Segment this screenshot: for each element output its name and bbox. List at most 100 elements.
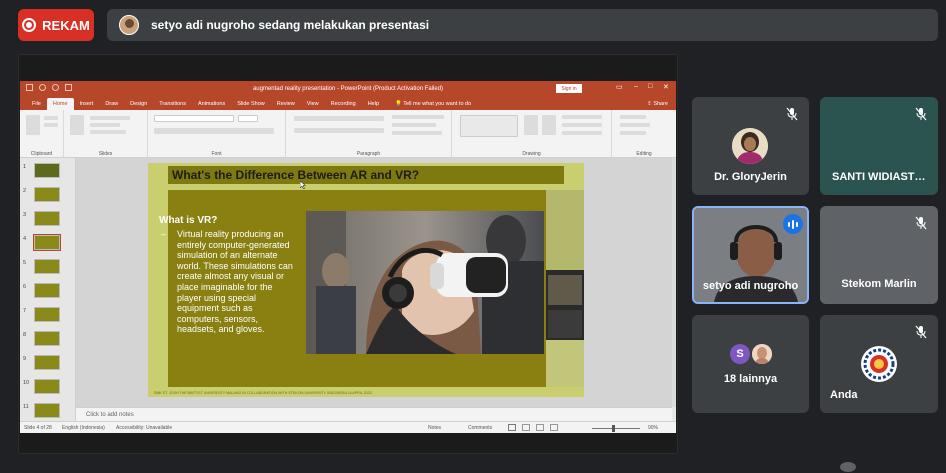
list-buttons[interactable] (294, 116, 384, 121)
slide-thumbnail[interactable] (34, 163, 60, 178)
close-icon[interactable]: ✕ (663, 83, 669, 91)
slide-thumbnail[interactable] (34, 355, 60, 370)
ribbon-group-paragraph: Paragraph (286, 110, 452, 158)
sign-in-button[interactable]: Sign in (556, 84, 582, 93)
normal-view-icon[interactable] (508, 424, 516, 431)
ribbon-group-editing: Editing (612, 110, 676, 158)
cut-icon[interactable] (44, 116, 58, 120)
shape-effects-button[interactable] (562, 131, 602, 135)
tab-view[interactable]: View (301, 98, 325, 110)
notes-pane[interactable]: Click to add notes (76, 407, 672, 421)
tab-home[interactable]: Home (46, 98, 74, 110)
slideshow-icon[interactable] (550, 424, 558, 431)
save-icon[interactable] (26, 84, 33, 91)
side-photo-strip (546, 190, 584, 387)
participant-tile[interactable]: Dr. GloryJerin (692, 97, 809, 195)
tab-slide-show[interactable]: Slide Show (231, 98, 271, 110)
slide-thumbnail-selected[interactable] (33, 234, 61, 251)
participant-photo-avatar (752, 344, 772, 364)
tab-transitions[interactable]: Transitions (153, 98, 192, 110)
tell-me-search[interactable]: 💡 Tell me what you want to do (395, 98, 471, 110)
slide-bullet: – Virtual reality producing an entirely … (159, 229, 299, 335)
tab-help[interactable]: Help (362, 98, 385, 110)
text-direction-button[interactable] (392, 115, 444, 119)
language-indicator[interactable]: English (Indonesia) (62, 425, 105, 431)
shape-outline-button[interactable] (562, 123, 602, 127)
tab-recording[interactable]: Recording (325, 98, 362, 110)
slide-title: What's the Difference Between AR and VR? (168, 166, 564, 184)
font-size-select[interactable] (238, 115, 258, 122)
participant-name: Stekom Marlin (841, 278, 917, 290)
share-label: Share (653, 101, 668, 107)
slide-sorter-icon[interactable] (522, 424, 530, 431)
slide-thumbnail[interactable] (34, 211, 60, 226)
convert-smartart-button[interactable] (392, 131, 442, 135)
font-name-select[interactable] (154, 115, 234, 122)
present-icon[interactable] (65, 84, 72, 91)
replace-button[interactable] (620, 123, 650, 127)
comments-toggle[interactable]: Comments (468, 425, 492, 431)
shapes-gallery[interactable] (460, 115, 518, 137)
quick-styles-icon[interactable] (542, 115, 556, 135)
slide-thumbnail[interactable] (34, 403, 60, 418)
ribbon-label-slides: Slides (98, 151, 113, 157)
undo-icon[interactable] (39, 84, 46, 91)
align-buttons[interactable] (294, 128, 384, 133)
slide-thumbnail[interactable] (34, 331, 60, 346)
slide-thumbnail[interactable] (34, 307, 60, 322)
maximize-icon[interactable]: □ (648, 83, 652, 90)
reset-button[interactable] (90, 123, 120, 127)
notes-toggle[interactable]: Notes (428, 425, 441, 431)
find-button[interactable] (620, 115, 646, 119)
ribbon-group-font: Font (148, 110, 286, 158)
minimize-icon[interactable]: – (634, 83, 638, 90)
slide-side-image (546, 190, 584, 387)
ribbon-label-editing: Editing (636, 151, 652, 157)
thumb-number: 6 (23, 284, 27, 290)
align-text-button[interactable] (392, 123, 436, 127)
zoom-slider-thumb[interactable] (612, 425, 615, 432)
thumb-number: 8 (23, 332, 27, 338)
thumb-number: 9 (23, 356, 27, 362)
layout-button[interactable] (90, 116, 130, 120)
ribbon-display-icon[interactable]: ▭ (616, 83, 623, 91)
tab-file[interactable]: File (26, 98, 47, 110)
select-button[interactable] (620, 131, 646, 135)
tab-draw[interactable]: Draw (99, 98, 124, 110)
slide-thumbnail[interactable] (34, 259, 60, 274)
self-tile[interactable]: Anda (820, 315, 938, 413)
participant-tile[interactable]: Stekom Marlin (820, 206, 938, 304)
slide-thumbnail[interactable] (34, 379, 60, 394)
accessibility-indicator[interactable]: Accessibility: Unavailable (116, 425, 172, 431)
reading-view-icon[interactable] (536, 424, 544, 431)
ppt-window-title: augmentad reality presentation - PowerPo… (252, 85, 444, 92)
tab-animations[interactable]: Animations (192, 98, 231, 110)
record-button[interactable]: REKAM (18, 9, 94, 41)
tab-design[interactable]: Design (124, 98, 153, 110)
copy-icon[interactable] (44, 123, 58, 127)
participant-tile[interactable]: SANTI WIDIASTUTI (820, 97, 938, 195)
tab-review[interactable]: Review (271, 98, 301, 110)
ribbon-label-drawing: Drawing (522, 151, 541, 157)
arrange-icon[interactable] (524, 115, 538, 135)
slide-footer: SMK ST. JOSH THE BAPTIST UNIVERSITY MALA… (154, 391, 372, 395)
mic-off-icon (915, 216, 927, 230)
more-participants-tile[interactable]: S 18 lainnya (692, 315, 809, 413)
paste-icon[interactable] (26, 115, 40, 135)
participant-tile-active-speaker[interactable]: setyo adi nugroho (692, 206, 809, 304)
section-button[interactable] (90, 130, 126, 134)
ribbon: Clipboard Slides Font Paragraph Drawing … (20, 110, 676, 158)
slide-thumbnail[interactable] (34, 187, 60, 202)
slide-thumbnail[interactable] (34, 283, 60, 298)
vertical-scrollbar[interactable] (672, 158, 676, 407)
new-slide-icon[interactable] (70, 115, 84, 135)
share-button[interactable]: ⇪ Share (647, 98, 668, 110)
redo-icon[interactable] (52, 84, 59, 91)
shape-fill-button[interactable] (562, 115, 602, 119)
slide-canvas[interactable]: What's the Difference Between AR and VR? (148, 163, 584, 397)
zoom-level[interactable]: 90% (648, 425, 658, 431)
ppt-status-bar: Slide 4 of 28 English (Indonesia) Access… (20, 421, 676, 433)
zoom-slider[interactable] (592, 428, 640, 429)
tab-insert[interactable]: Insert (74, 98, 100, 110)
font-format-buttons[interactable] (154, 128, 274, 134)
